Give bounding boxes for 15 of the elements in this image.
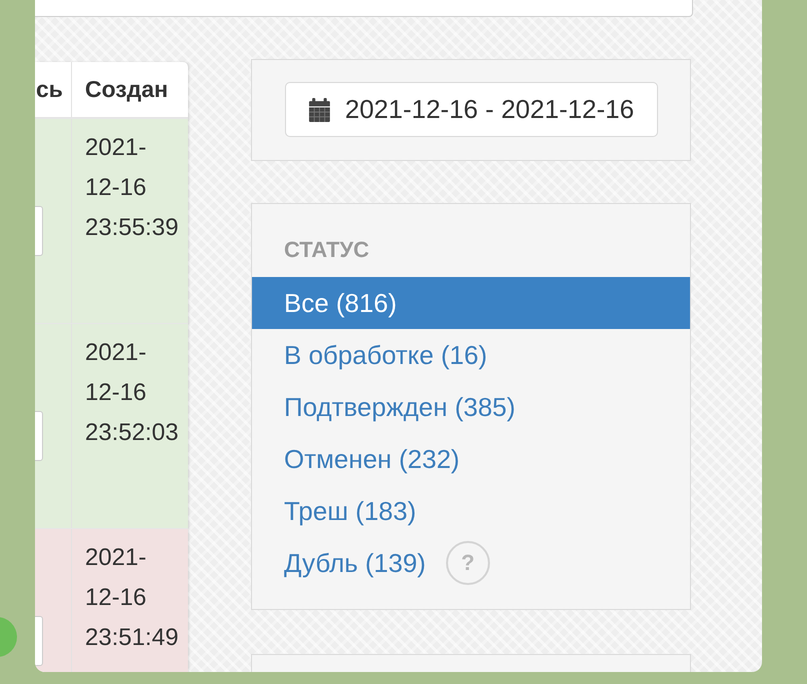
table-cell-text: 2021-12-16 23:55:39 bbox=[84, 133, 180, 243]
date-range-button[interactable]: 2021-12-16 - 2021-12-16 bbox=[285, 82, 658, 137]
status-item[interactable]: Дубль (139) ? bbox=[252, 537, 690, 589]
input-field[interactable] bbox=[35, 0, 693, 17]
status-item[interactable]: Треш (183) bbox=[252, 485, 690, 537]
status-item[interactable]: В обработке (16) bbox=[252, 329, 690, 381]
column-header: Создан bbox=[84, 75, 170, 104]
calendar-icon bbox=[309, 98, 330, 122]
table-cell-text: 2021-12-16 23:52:03 bbox=[84, 338, 180, 448]
section-heading: СТАТУС bbox=[283, 238, 370, 264]
status-item[interactable]: Все (816) bbox=[252, 277, 690, 329]
table-cell-text: 2021-12-16 23:51:49 bbox=[84, 543, 180, 653]
status-item[interactable]: Отменен (232) bbox=[252, 433, 690, 485]
status-item[interactable]: Подтвержден (385) bbox=[252, 381, 690, 433]
column-header: сь bbox=[35, 62, 72, 117]
